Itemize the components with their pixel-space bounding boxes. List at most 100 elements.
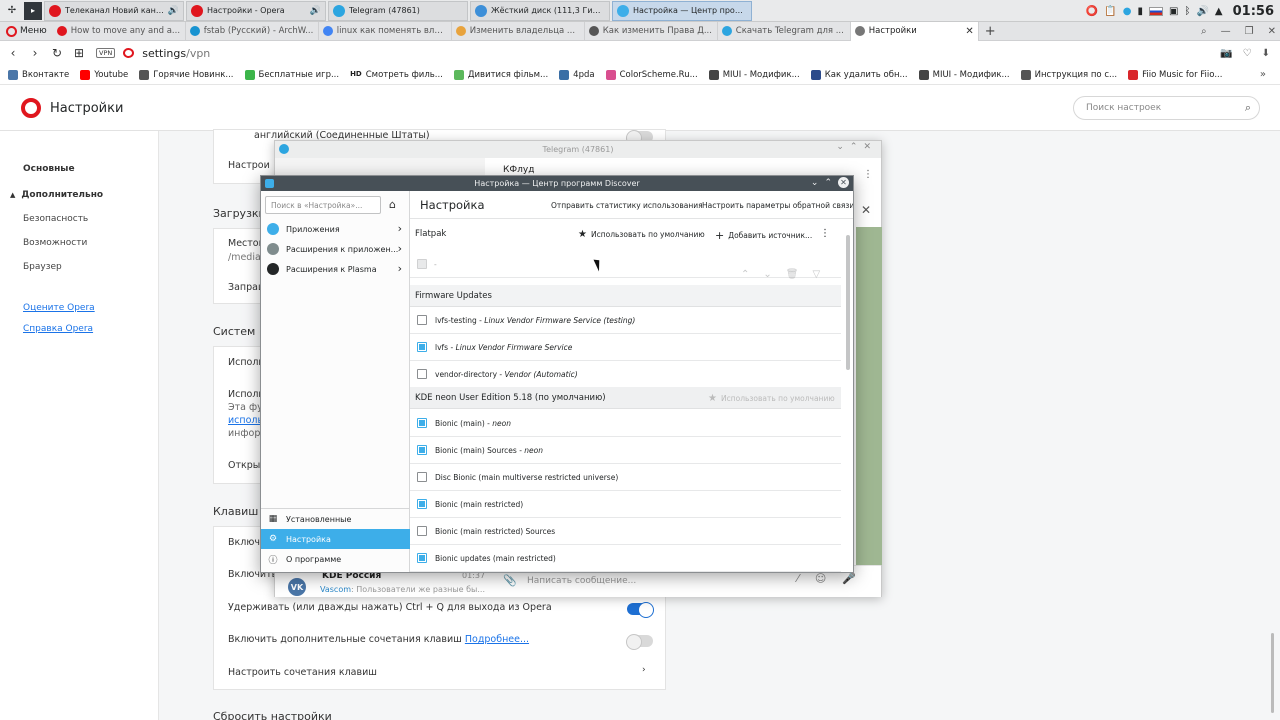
browser-tab[interactable]: Скачать Telegram для ... xyxy=(718,21,851,41)
vpn-badge[interactable]: VPN xyxy=(96,48,116,58)
source-checkbox[interactable] xyxy=(417,472,427,482)
add-source-button[interactable]: + Добавить источник... xyxy=(715,229,812,242)
source-checkbox[interactable] xyxy=(417,445,427,455)
ctrl-q-toggle[interactable] xyxy=(627,602,654,618)
category-item[interactable]: Расширения к приложен... › xyxy=(261,239,410,259)
back-icon[interactable]: ‹ xyxy=(2,46,24,60)
volume-icon[interactable]: 🔊 xyxy=(1196,6,1208,17)
source-row[interactable]: Bionic (main restricted) xyxy=(410,491,841,518)
search-tabs-icon[interactable]: ⌕ xyxy=(1201,26,1207,37)
feedback-settings-button[interactable]: Настроить параметры обратной связи... xyxy=(702,201,853,210)
kde-neon-make-default-button[interactable]: ★ Использовать по умолчанию xyxy=(708,393,835,404)
browser-tab[interactable]: Изменить владельца ... xyxy=(452,21,585,41)
settings-search-input[interactable]: Поиск настроек ⌕ xyxy=(1073,96,1260,120)
system-row-1[interactable]: Исполь xyxy=(228,357,264,368)
send-stats-button[interactable]: Отправить статистику использования xyxy=(551,201,703,210)
system-row-2-link[interactable]: исполь xyxy=(228,415,263,426)
scrollbar[interactable] xyxy=(846,235,850,370)
flatpak-checkbox[interactable] xyxy=(417,259,427,269)
sidebar-item-features[interactable]: Возможности xyxy=(23,238,87,248)
download-icon[interactable]: ⬇ xyxy=(1262,48,1270,59)
source-row[interactable]: vendor-directory - Vendor (Automatic) xyxy=(410,361,841,388)
customize-row[interactable]: Настрои xyxy=(228,160,270,171)
snapshot-icon[interactable]: 📷 xyxy=(1220,48,1232,59)
source-row[interactable]: Bionic updates (main restricted) Sources xyxy=(410,572,841,573)
nav-item[interactable]: ⊙Обновления отсутствуют xyxy=(261,569,410,572)
browser-tab[interactable]: Настройки ✕ xyxy=(850,21,979,41)
category-item[interactable]: Приложения › xyxy=(261,219,410,239)
extra-shortcuts-toggle[interactable] xyxy=(626,634,653,650)
close-icon[interactable]: ✕ xyxy=(838,177,849,188)
browser-tab[interactable]: Как изменить Права Д... xyxy=(585,21,718,41)
keyboard-layout-icon[interactable] xyxy=(1149,6,1163,16)
source-row[interactable]: Disc Bionic (main multiverse restricted … xyxy=(410,464,841,491)
filter-icon[interactable]: ▽ xyxy=(812,269,820,280)
page-scrollbar[interactable] xyxy=(1271,633,1274,713)
configure-shortcuts-row[interactable]: Настроить сочетания клавиш xyxy=(228,667,377,678)
nav-item[interactable]: ▦ Установленные xyxy=(261,509,410,529)
close-panel-icon[interactable]: ✕ xyxy=(861,203,871,217)
tabs-grid-icon[interactable]: ⊞ xyxy=(68,46,90,60)
source-checkbox[interactable] xyxy=(417,499,427,509)
browser-tab[interactable]: linux как поменять вла... xyxy=(319,21,452,41)
close-tab-icon[interactable]: ✕ xyxy=(965,26,973,37)
bookmark-item[interactable]: 4pda xyxy=(559,69,595,80)
commands-icon[interactable]: ⁄ xyxy=(797,572,799,585)
move-up-icon[interactable]: ⌃ xyxy=(741,269,749,280)
source-row[interactable]: Bionic (main restricted) Sources xyxy=(410,518,841,545)
overflow-menu-icon[interactable]: ⋮ xyxy=(820,228,830,239)
taskbar-task[interactable]: Телеканал Новий канал Н...🔊 xyxy=(44,0,184,21)
opera-tray-icon[interactable]: ⭕ xyxy=(1086,6,1098,17)
minimize-icon[interactable]: ⌄ xyxy=(811,178,819,188)
shortcut-row-1[interactable]: Включ xyxy=(228,537,260,548)
more-icon[interactable]: ⋮ xyxy=(863,169,873,180)
message-input[interactable]: Написать сообщение... xyxy=(527,576,636,586)
taskbar-task[interactable]: Telegram (47861) xyxy=(328,0,468,21)
clock[interactable]: 01:56 xyxy=(1233,4,1274,19)
attach-icon[interactable]: 📎 xyxy=(503,574,517,587)
opera-help-link[interactable]: Справка Opera xyxy=(23,324,93,334)
forward-icon[interactable]: › xyxy=(24,46,46,60)
bookmark-item[interactable]: Fiio Music for Fiio... xyxy=(1128,69,1222,80)
extra-shortcuts-more-link[interactable]: Подробнее... xyxy=(465,634,529,645)
tray-expand-icon[interactable]: ▲ xyxy=(1215,6,1223,17)
app-launcher-icon[interactable]: ✢ xyxy=(3,2,21,20)
nav-item[interactable]: ⚙ Настройка xyxy=(261,529,410,549)
emoji-icon[interactable]: ☺ xyxy=(815,572,826,585)
telegram-tray-icon[interactable]: ● xyxy=(1123,6,1132,17)
bluetooth-icon[interactable]: ᛒ xyxy=(1184,6,1190,17)
source-checkbox[interactable] xyxy=(417,418,427,428)
move-down-icon[interactable]: ⌄ xyxy=(763,269,771,280)
reload-icon[interactable]: ↻ xyxy=(46,46,68,60)
minimize-icon[interactable]: — xyxy=(1221,26,1231,37)
bookmark-item[interactable]: Инструкция по с... xyxy=(1020,69,1117,80)
browser-tab[interactable]: fstab (Русский) - ArchW... xyxy=(186,21,319,41)
source-row[interactable]: Bionic (main) Sources - neon xyxy=(410,437,841,464)
bookmark-item[interactable]: HD Смотреть филь... xyxy=(350,70,443,80)
taskbar-task[interactable]: Настройка — Центр программ ... xyxy=(612,0,752,21)
bookmark-item[interactable]: Как удалить обн... xyxy=(810,69,908,80)
bookmark-item[interactable]: Горячие Новинк... xyxy=(139,69,234,80)
sidebar-item-basic[interactable]: Основные xyxy=(23,164,75,174)
bookmark-item[interactable]: MIUI - Модифик... xyxy=(708,69,800,80)
nav-item[interactable]: ⓘ О программе xyxy=(261,549,410,569)
bookmark-item[interactable]: MIUI - Модифик... xyxy=(918,69,1010,80)
speaker-icon[interactable]: 🔊 xyxy=(168,6,179,16)
source-checkbox[interactable] xyxy=(417,526,427,536)
bookmarks-more-icon[interactable]: » xyxy=(1260,69,1266,80)
sidebar-item-advanced[interactable]: ▲ Дополнительно xyxy=(10,190,103,200)
browser-tab[interactable]: How to move any and a... xyxy=(53,21,186,41)
speaker-icon[interactable]: 🔊 xyxy=(310,6,321,16)
source-checkbox[interactable] xyxy=(417,553,427,563)
bookmark-item[interactable]: Youtube xyxy=(80,69,128,80)
restore-icon[interactable]: ❐ xyxy=(1245,26,1254,37)
heart-icon[interactable]: ♡ xyxy=(1243,48,1252,59)
bookmark-item[interactable]: ColorScheme.Ru... xyxy=(605,69,698,80)
bookmark-item[interactable]: Вконтакте xyxy=(8,69,69,80)
source-checkbox[interactable] xyxy=(417,342,427,352)
rate-opera-link[interactable]: Оцените Opera xyxy=(23,303,95,313)
bookmark-item[interactable]: Бесплатные игр... xyxy=(244,69,339,80)
taskbar-task[interactable]: Жёсткий диск (111,3 ГиБ) — Dol... xyxy=(470,0,610,21)
network-icon[interactable]: ▣ xyxy=(1169,6,1178,17)
source-checkbox[interactable] xyxy=(417,315,427,325)
